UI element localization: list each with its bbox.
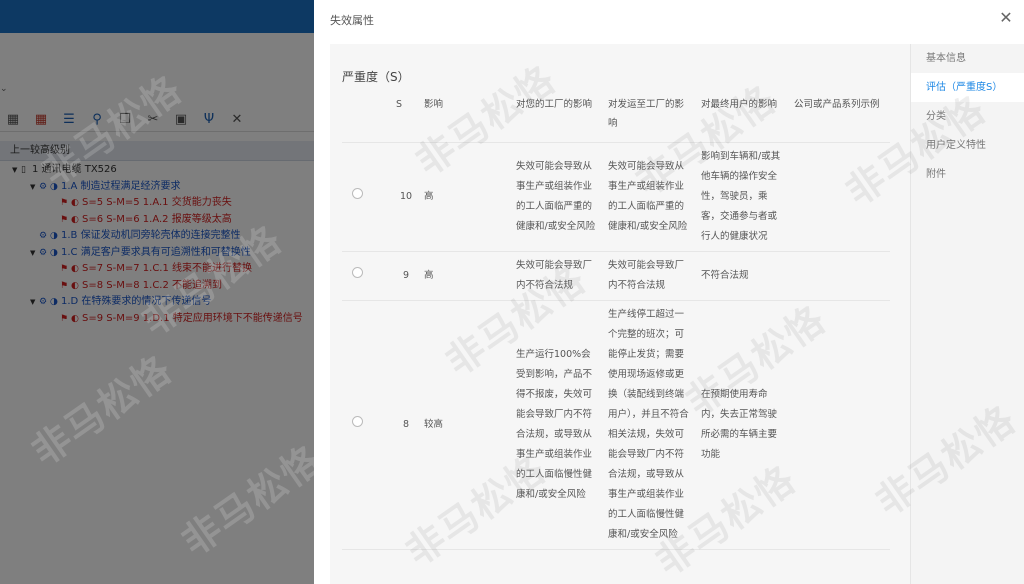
header-select [342,92,392,143]
cell-plant-impact: 失效可能会导致厂内不符合法规 [512,251,604,301]
cell-user-impact: 影响到车辆和/或其他车辆的操作安全性，驾驶员，乘客，交通参与者或行人的健康状况 [697,142,790,252]
nav-item[interactable]: 分类 [911,102,1024,131]
row-select-cell [342,251,392,301]
section-title: 严重度（S） [342,70,410,84]
nav-item[interactable]: 附件 [911,160,1024,189]
header-plant-impact: 对您的工厂的影响 [512,92,604,143]
row-select-cell [342,300,392,550]
cell-example [790,300,890,550]
cell-example [790,251,890,301]
cell-impact: 高 [420,142,512,252]
nav-item[interactable]: 评估（严重度S） [911,73,1024,102]
cell-impact: 较高 [420,300,512,550]
row-select-cell [342,142,392,252]
cell-s: 9 [392,251,420,301]
cell-ship-impact: 失效可能会导致从事生产或组装作业的工人面临严重的健康和/或安全风险 [604,142,697,252]
cell-plant-impact: 生产运行100%会受到影响，产品不得不报废，失效可能会导致厂内不符合法规，或导致… [512,300,604,550]
close-icon[interactable]: ✕ [998,10,1014,26]
severity-panel: 严重度（S） S 影响 对您的工厂的影响 对发运至工厂的影响 对最终用户的影响 … [330,44,910,584]
nav-item[interactable]: 用户定义特性 [911,131,1024,160]
nav-item[interactable]: 基本信息 [911,44,1024,73]
cell-impact: 高 [420,251,512,301]
table-row[interactable]: 10 高失效可能会导致从事生产或组装作业的工人面临严重的健康和/或安全风险 失效可能… [342,142,890,252]
cell-user-impact: 在预期使用寿命内，失去正常驾驶所必需的车辆主要功能 [697,300,790,550]
header-s: S [392,92,420,143]
cell-s: 8 [392,300,420,550]
header-user-impact: 对最终用户的影响 [697,92,790,143]
header-example: 公司或产品系列示例 [790,92,890,143]
table-row[interactable]: 9 高失效可能会导致厂内不符合法规 失效可能会导致厂内不符合法规 不符合法规 [342,251,890,301]
table-header-row: S 影响 对您的工厂的影响 对发运至工厂的影响 对最终用户的影响 公司或产品系列… [342,92,890,143]
table-row[interactable]: 8 较高 生产运行100%会受到影响，产品不得不报废，失效可能会导致厂内不符合法规，… [342,300,890,550]
dialog-side-nav: 基本信息 评估（严重度S） 分类 用户定义特性 附件 [910,44,1024,584]
failure-properties-dialog: 失效属性 ✕ 严重度（S） S 影响 对您的工厂的影响 对发运至工厂的影响 对最… [314,0,1024,584]
cell-plant-impact: 失效可能会导致从事生产或组装作业的工人面临严重的健康和/或安全风险 [512,142,604,252]
row-radio[interactable] [352,416,363,427]
row-radio[interactable] [352,267,363,278]
severity-table: S 影响 对您的工厂的影响 对发运至工厂的影响 对最终用户的影响 公司或产品系列… [342,92,890,550]
header-impact: 影响 [420,92,512,143]
cell-ship-impact: 生产线停工超过一个完整的班次；可能停止发货；需要使用现场返修或更换（装配线到终端… [604,300,697,550]
cell-ship-impact: 失效可能会导致厂内不符合法规 [604,251,697,301]
row-radio[interactable] [352,188,363,199]
cell-example [790,142,890,252]
cell-user-impact: 不符合法规 [697,251,790,301]
cell-s: 10 [392,142,420,252]
header-ship-impact: 对发运至工厂的影响 [604,92,697,143]
dialog-title: 失效属性 [330,14,374,27]
